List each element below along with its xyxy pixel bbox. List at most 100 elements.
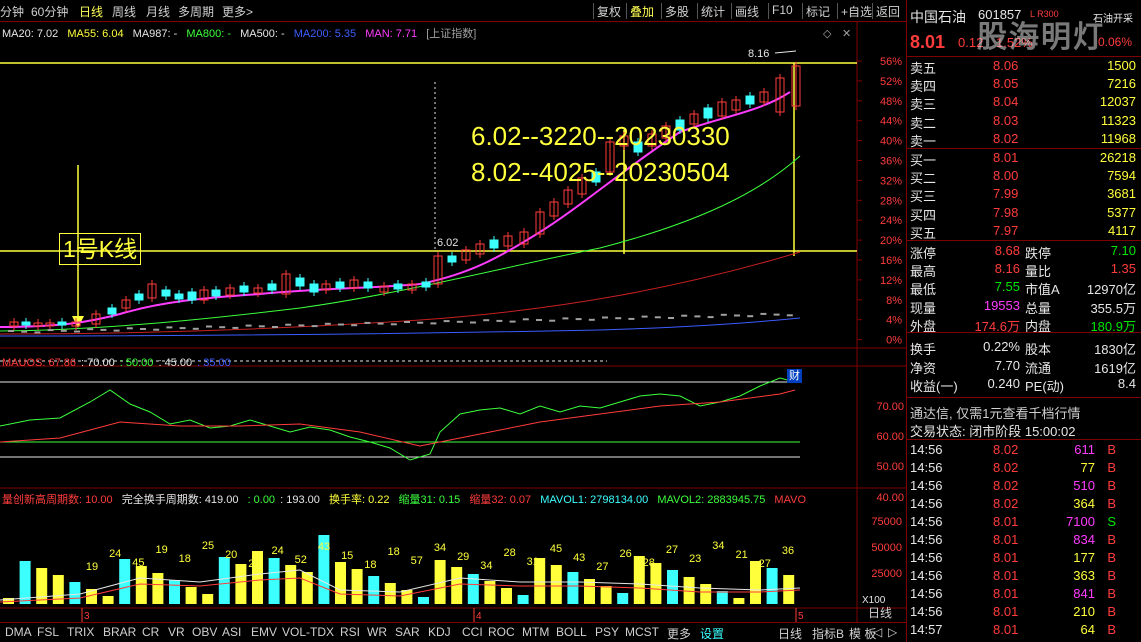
kline-label-box[interactable]: 1号K线 bbox=[59, 233, 142, 265]
indicator-tab-7[interactable]: ASI bbox=[222, 625, 241, 639]
indicator-tab-20[interactable]: 更多 bbox=[667, 625, 691, 642]
volume-data-label: 23 bbox=[689, 553, 701, 565]
indicator-tab-bar: DMA FSL TRIX BRAR CR VR OBV ASI EMV VOL-TDX RSI WR S… bbox=[0, 606, 906, 642]
volume-bar bbox=[69, 582, 81, 604]
index-candle bbox=[668, 317, 674, 319]
indicator-tab-21[interactable]: 设置 bbox=[700, 625, 724, 642]
period-tab-6[interactable]: 更多> bbox=[222, 3, 253, 20]
toolbar-button-5[interactable]: F10 bbox=[772, 3, 793, 17]
index-candle bbox=[272, 326, 278, 328]
tick-row: 14:56 8.01 363 B bbox=[907, 567, 1141, 585]
indicator-tab-0[interactable]: DMA bbox=[5, 625, 32, 639]
promo-banner[interactable]: 通达信, 仅需1元查看千档行情 bbox=[907, 402, 1141, 421]
mauos-axis-tick: 60.00 bbox=[876, 431, 904, 443]
period-tab-0[interactable]: 分钟 bbox=[0, 3, 24, 20]
indicator-tab-6[interactable]: OBV bbox=[192, 625, 217, 639]
volume-data-label: 27 bbox=[596, 561, 608, 573]
period-tab-5[interactable]: 多周期 bbox=[178, 3, 214, 20]
indicator-tab-9[interactable]: VOL-TDX bbox=[282, 625, 334, 639]
tick-time: 14:56 bbox=[910, 550, 943, 565]
indicator-tab-15[interactable]: ROC bbox=[488, 625, 515, 639]
chevron-left-icon[interactable]: ◁ bbox=[873, 625, 882, 639]
index-candle bbox=[404, 321, 410, 323]
bid-level-row: 买三 7.99 3681 bbox=[907, 185, 1141, 204]
mauos-axis-tick: 50.00 bbox=[876, 461, 904, 473]
close-icon[interactable]: ✕ bbox=[842, 28, 851, 40]
volume-data-label: 34 bbox=[480, 560, 492, 572]
bid-price: 8.00 bbox=[993, 168, 1019, 184]
toolbar-button-3[interactable]: 统计 bbox=[701, 3, 725, 20]
vol-stat-d: : 193.00 bbox=[280, 494, 320, 506]
indicator-tab-19[interactable]: MCST bbox=[625, 625, 659, 639]
bottom-right-tab-0[interactable]: 日线 bbox=[778, 625, 802, 642]
index-candle bbox=[773, 313, 780, 316]
index-candle bbox=[258, 325, 265, 328]
bottom-right-tab-1[interactable]: 指标B bbox=[812, 625, 844, 642]
indicator-tab-2[interactable]: TRIX bbox=[67, 625, 94, 639]
toolbar-button-2[interactable]: 多股 bbox=[665, 3, 689, 20]
indicator-tab-11[interactable]: WR bbox=[367, 625, 387, 639]
indicator-tab-13[interactable]: KDJ bbox=[428, 625, 451, 639]
index-candle bbox=[153, 328, 160, 331]
fundamental-stat-row: 净资 7.70 流通 1619亿 bbox=[907, 357, 1141, 376]
bid-level-row: 买一 8.01 26218 bbox=[907, 149, 1141, 168]
toolbar-button-6[interactable]: 标记 bbox=[806, 3, 830, 20]
indicator-tab-3[interactable]: BRAR bbox=[103, 625, 136, 639]
indicator-tab-17[interactable]: BOLL bbox=[556, 625, 587, 639]
volume-data-label: 24 bbox=[109, 548, 121, 560]
toolbar-button-7[interactable]: +自选 bbox=[841, 3, 872, 20]
ask-volume: 11968 bbox=[1100, 130, 1136, 146]
volume-bar bbox=[152, 573, 164, 604]
kline-label: 1号K线 bbox=[63, 236, 138, 262]
ask-level-row: 卖一 8.02 11968 bbox=[907, 130, 1141, 149]
indicator-tab-8[interactable]: EMV bbox=[251, 625, 277, 639]
volume-data-label: 15 bbox=[341, 550, 353, 562]
toolbar-button-8[interactable]: 返回 bbox=[876, 3, 900, 20]
indicator-tab-16[interactable]: MTM bbox=[522, 625, 549, 639]
ask-label: 卖四 bbox=[910, 79, 937, 95]
tick-price: 8.01 bbox=[993, 532, 1019, 547]
indicator-tab-10[interactable]: RSI bbox=[340, 625, 360, 639]
period-tab-2[interactable]: 日线 bbox=[79, 3, 103, 20]
period-tab-3[interactable]: 周线 bbox=[112, 3, 136, 20]
volume-bar bbox=[650, 563, 662, 604]
indicator-tab-12[interactable]: SAR bbox=[395, 625, 420, 639]
stat-value-right: 12970亿 bbox=[1086, 282, 1136, 298]
indicator-tab-5[interactable]: VR bbox=[168, 625, 185, 639]
price-axis-tick: 32% bbox=[880, 175, 902, 187]
price-note-2[interactable]: 8.02--4025--20230504 bbox=[471, 157, 730, 187]
toolbar-button-1[interactable]: 叠加 bbox=[630, 3, 654, 20]
bid-price: 7.98 bbox=[993, 204, 1019, 220]
candlestick bbox=[211, 289, 221, 297]
ma200-value: MA200: 5.35 bbox=[293, 28, 357, 40]
indicator-tab-4[interactable]: CR bbox=[142, 625, 159, 639]
period-tab-1[interactable]: 60分钟 bbox=[31, 3, 68, 20]
volume-data-label: 45 bbox=[550, 543, 562, 555]
tick-row: 14:56 8.02 77 B bbox=[907, 459, 1141, 477]
tick-row: 14:56 8.02 510 B bbox=[907, 477, 1141, 495]
vol-stat-i: MAVOL2: 2883945.75 bbox=[657, 494, 766, 506]
toolbar-button-0[interactable]: 复权 bbox=[597, 3, 621, 20]
toolbar-button-4[interactable]: 画线 bbox=[735, 3, 759, 20]
finance-badge[interactable]: 财 bbox=[787, 369, 802, 383]
ask-price: 8.04 bbox=[993, 94, 1019, 110]
indicator-tab-1[interactable]: FSL bbox=[37, 625, 59, 639]
index-candle bbox=[483, 319, 490, 322]
index-candle bbox=[351, 324, 358, 327]
indicator-tab-14[interactable]: CCI bbox=[462, 625, 483, 639]
stat-label-right: 跌停 bbox=[1025, 246, 1052, 261]
indicator-tab-18[interactable]: PSY bbox=[595, 625, 619, 639]
price-note-1[interactable]: 6.02--3220--20230330 bbox=[471, 121, 730, 151]
volume-bar bbox=[102, 596, 114, 604]
index-candle bbox=[694, 315, 701, 318]
price-axis-tick: 4% bbox=[886, 315, 902, 327]
bid-level-row: 买二 8.00 7594 bbox=[907, 167, 1141, 186]
kline-chart[interactable]: 56%52%48%44%40%36%32%28%24%20%16%12%8%4%… bbox=[0, 22, 906, 622]
stat-label-left: 现量 bbox=[910, 300, 937, 316]
ask-level-row: 卖五 8.06 1500 bbox=[907, 57, 1141, 76]
chevron-right-icon[interactable]: ▷ bbox=[888, 625, 897, 639]
index-candle bbox=[338, 323, 344, 326]
period-tab-4[interactable]: 月线 bbox=[146, 3, 170, 20]
settings-gear-icon[interactable]: ◇ bbox=[823, 28, 832, 40]
bid-volume: 5377 bbox=[1107, 204, 1136, 220]
